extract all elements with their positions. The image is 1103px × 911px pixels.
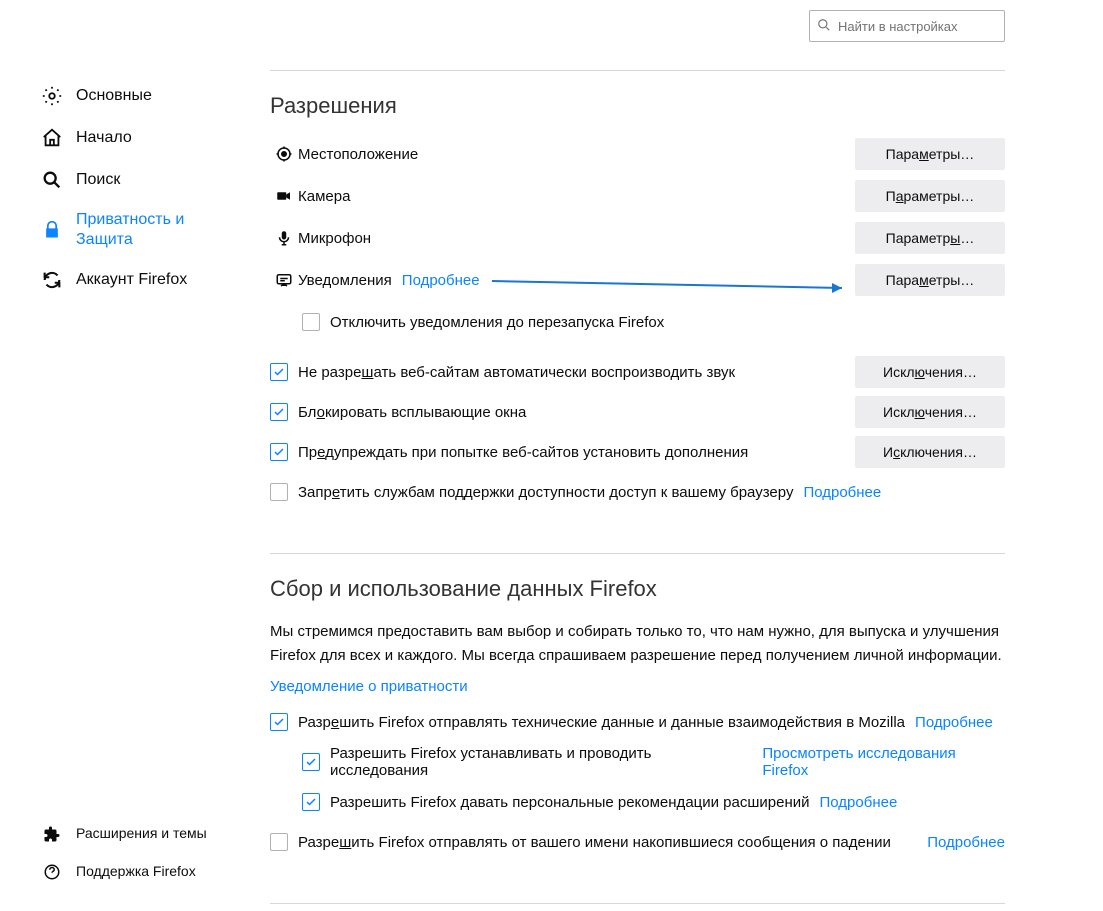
gear-icon [40, 84, 64, 108]
privacy-notice-link[interactable]: Уведомление о приватности [270, 678, 468, 695]
notifications-settings-button[interactable]: Параметры… [855, 264, 1005, 296]
search-input[interactable] [809, 10, 1005, 42]
sidebar-item-account[interactable]: Аккаунт Firefox [40, 259, 240, 301]
permission-row-microphone: Микрофон Параметры… [270, 221, 1005, 255]
search-icon [40, 168, 64, 192]
accessibility-learn-more-link[interactable]: Подробнее [803, 484, 881, 501]
studies-row: Разрешить Firefox устанавливать и провод… [270, 745, 1005, 779]
sidebar-item-support[interactable]: Поддержка Firefox [40, 853, 240, 891]
telemetry-learn-more-link[interactable]: Подробнее [915, 714, 993, 731]
addons-exceptions-button[interactable]: Исключения… [855, 436, 1005, 468]
notification-icon [270, 271, 298, 289]
popup-checkbox[interactable] [270, 403, 288, 421]
camera-icon [270, 187, 298, 205]
sidebar-item-privacy[interactable]: Приватность и Защита [40, 201, 240, 259]
studies-checkbox[interactable] [302, 753, 320, 771]
accessibility-label: Запретить службам поддержки доступности … [298, 484, 793, 501]
section-divider [270, 553, 1005, 554]
section-divider [270, 903, 1005, 904]
permissions-title: Разрешения [270, 93, 1005, 119]
section-divider [270, 70, 1005, 71]
recs-learn-more-link[interactable]: Подробнее [820, 794, 898, 811]
crash-label: Разрешить Firefox отправлять от вашего и… [298, 834, 891, 851]
sidebar-label: Поддержка Firefox [76, 863, 196, 881]
sidebar-label: Поиск [76, 170, 120, 190]
sidebar-item-extensions[interactable]: Расширения и темы [40, 815, 240, 853]
notifications-label: Уведомления [298, 272, 392, 289]
popup-exceptions-button[interactable]: Исключения… [855, 396, 1005, 428]
permission-row-location: Местоположение Параметры… [270, 137, 1005, 171]
disable-notifications-label: Отключить уведомления до перезапуска Fir… [330, 314, 1005, 331]
location-icon [270, 145, 298, 163]
microphone-icon [270, 229, 298, 247]
autoplay-row: Не разрешать веб-сайтам автоматически во… [270, 355, 1005, 389]
lock-icon [40, 218, 64, 242]
question-icon [40, 860, 64, 884]
sidebar-label: Основные [76, 86, 152, 106]
autoplay-exceptions-button[interactable]: Исключения… [855, 356, 1005, 388]
microphone-label: Микрофон [298, 230, 855, 247]
permission-row-notifications: Уведомления Подробнее Параметры… [270, 263, 1005, 297]
accessibility-row: Запретить службам поддержки доступности … [270, 475, 1005, 509]
studies-view-link[interactable]: Просмотреть исследования Firefox [762, 745, 1005, 779]
recs-checkbox[interactable] [302, 793, 320, 811]
telemetry-checkbox[interactable] [270, 713, 288, 731]
studies-label: Разрешить Firefox устанавливать и провод… [330, 745, 752, 779]
popup-label: Блокировать всплывающие окна [298, 404, 526, 421]
autoplay-checkbox[interactable] [270, 363, 288, 381]
sidebar-item-search[interactable]: Поиск [40, 159, 240, 201]
datacollection-title: Сбор и использование данных Firefox [270, 576, 1005, 602]
camera-settings-button[interactable]: Параметры… [855, 180, 1005, 212]
addons-row: Предупреждать при попытке веб-сайтов уст… [270, 435, 1005, 469]
disable-notifications-row: Отключить уведомления до перезапуска Fir… [270, 305, 1005, 339]
location-label: Местоположение [298, 146, 855, 163]
crash-learn-more-link[interactable]: Подробнее [927, 834, 1005, 851]
location-settings-button[interactable]: Параметры… [855, 138, 1005, 170]
accessibility-checkbox[interactable] [270, 483, 288, 501]
microphone-settings-button[interactable]: Параметры… [855, 222, 1005, 254]
addons-checkbox[interactable] [270, 443, 288, 461]
puzzle-icon [40, 822, 64, 846]
camera-label: Камера [298, 188, 855, 205]
disable-notifications-checkbox[interactable] [302, 313, 320, 331]
addons-label: Предупреждать при попытке веб-сайтов уст… [298, 444, 748, 461]
sidebar-item-home[interactable]: Начало [40, 117, 240, 159]
autoplay-label: Не разрешать веб-сайтам автоматически во… [298, 364, 735, 381]
sync-icon [40, 268, 64, 292]
datacollection-description: Мы стремимся предоставить вам выбор и со… [270, 620, 1005, 668]
crash-checkbox[interactable] [270, 833, 288, 851]
notifications-learn-more-link[interactable]: Подробнее [402, 272, 480, 289]
recs-label: Разрешить Firefox давать персональные ре… [330, 794, 810, 811]
telemetry-row: Разрешить Firefox отправлять технические… [270, 705, 1005, 739]
telemetry-label: Разрешить Firefox отправлять технические… [298, 714, 905, 731]
sidebar-item-general[interactable]: Основные [40, 75, 240, 117]
sidebar-label: Начало [76, 128, 132, 148]
popup-row: Блокировать всплывающие окна Исключения… [270, 395, 1005, 429]
permission-row-camera: Камера Параметры… [270, 179, 1005, 213]
sidebar-label: Приватность и Защита [76, 210, 240, 250]
home-icon [40, 126, 64, 150]
crash-row: Разрешить Firefox отправлять от вашего и… [270, 825, 1005, 859]
recs-row: Разрешить Firefox давать персональные ре… [270, 785, 1005, 819]
sidebar-label: Аккаунт Firefox [76, 270, 187, 290]
sidebar-label: Расширения и темы [76, 825, 207, 843]
